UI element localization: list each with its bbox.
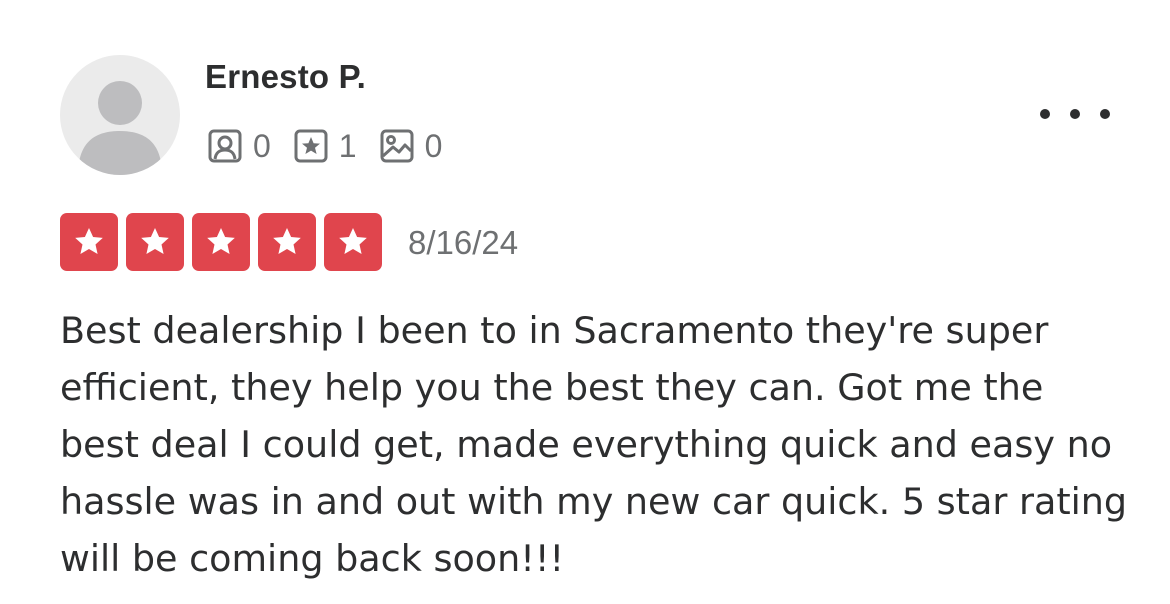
more-options-icon	[1040, 109, 1050, 119]
more-options-icon	[1070, 109, 1080, 119]
friends-count: 0	[253, 128, 271, 164]
reviews-icon	[291, 126, 331, 166]
review-date: 8/16/24	[408, 224, 519, 261]
star-icon	[324, 213, 382, 271]
photos-icon	[377, 126, 417, 166]
stat-reviews: 1	[291, 126, 357, 166]
reviewer-stats: 0 1 0	[205, 126, 462, 166]
reviewer-name[interactable]: Ernesto P.	[205, 58, 366, 96]
reviews-count: 1	[338, 128, 357, 164]
stat-friends: 0	[205, 126, 271, 166]
more-options-icon	[1100, 109, 1110, 119]
default-avatar-icon	[78, 81, 162, 175]
star-rating	[60, 213, 390, 271]
avatar[interactable]	[60, 55, 180, 175]
star-icon	[258, 213, 316, 271]
stat-photos: 0	[377, 126, 443, 166]
more-options-button[interactable]	[1040, 96, 1110, 132]
review-card: Ernesto P. 0 1 0 8/16/24 Best dealership…	[0, 0, 1170, 604]
review-text: Best dealership I been to in Sacramento …	[60, 309, 1128, 580]
friends-icon	[205, 126, 245, 166]
star-icon	[192, 213, 250, 271]
photos-count: 0	[424, 128, 443, 164]
star-icon	[60, 213, 118, 271]
star-icon	[126, 213, 184, 271]
